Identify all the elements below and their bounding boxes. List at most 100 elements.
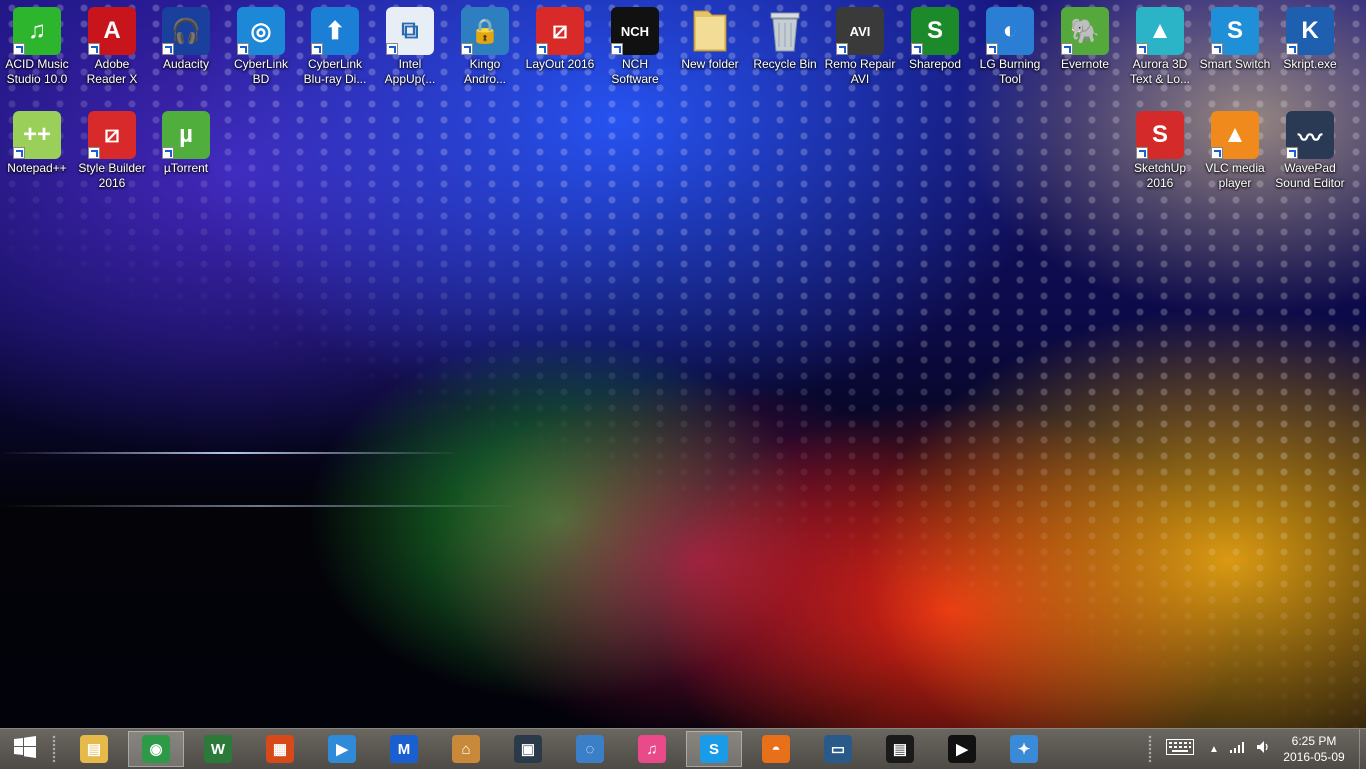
desktop-icon-label: NCH Software xyxy=(611,57,659,86)
shortcut-arrow-icon xyxy=(1136,147,1148,159)
wps-writer-icon: W xyxy=(204,735,232,763)
shortcut-arrow-icon xyxy=(611,43,623,55)
taskbar-button-skype[interactable]: S xyxy=(686,731,742,767)
vlc-icon: ▲ xyxy=(1211,111,1259,159)
smart-switch-icon: S xyxy=(1211,7,1259,55)
intel-appup-icon: ⧉ xyxy=(386,7,434,55)
desktop-icon-wavepad[interactable]: 〰 WavePad Sound Editor xyxy=(1274,104,1346,198)
shortcut-arrow-icon xyxy=(1061,43,1073,55)
taskbar: ▤ ◉ W ▦ ▶ M ⌂ ▣ ◌ ♫ S ◓ ▭ ▤ ▶ ✦ ▲ 6:25 PM 2016-05-09 xyxy=(0,728,1366,769)
desktop-icon-label: Kingo Andro... xyxy=(463,57,507,86)
shortcut-arrow-icon xyxy=(13,43,25,55)
desktop-icon-label: Aurora 3D Text & Lo... xyxy=(1129,57,1191,86)
desktop-icon-skript-exe[interactable]: K Skript.exe xyxy=(1274,0,1346,94)
folder-icon xyxy=(686,7,734,55)
kingo-android-root-icon: 🔒 xyxy=(461,7,509,55)
show-desktop-button[interactable] xyxy=(1359,729,1366,769)
desktop-icon-smart-switch[interactable]: S Smart Switch xyxy=(1199,0,1271,94)
taskbar-button-sync-app[interactable]: ◌ xyxy=(562,731,618,767)
shortcut-arrow-icon xyxy=(1211,43,1223,55)
desktop-icon-label: µTorrent xyxy=(163,161,209,175)
taskbar-button-file-explorer[interactable]: ▤ xyxy=(66,731,122,767)
shortcut-arrow-icon xyxy=(237,43,249,55)
desktop-icon-sharepod[interactable]: S Sharepod xyxy=(899,0,971,94)
taskbar-button-play-app[interactable]: ▶ xyxy=(934,731,990,767)
desktop-icon-remo-repair-avi[interactable]: AVI Remo Repair AVI xyxy=(824,0,896,94)
desktop-icon-utorrent[interactable]: µ µTorrent xyxy=(150,104,222,198)
itunes-icon: ♫ xyxy=(638,735,666,763)
desktop-icon-aurora-3d[interactable]: ▲ Aurora 3D Text & Lo... xyxy=(1124,0,1196,94)
desktop-icon-style-builder[interactable]: ⧄ Style Builder 2016 xyxy=(76,104,148,198)
touch-keyboard-button[interactable] xyxy=(1160,731,1200,767)
desktop-icon-vlc[interactable]: ▲ VLC media player xyxy=(1199,104,1271,198)
desktop-icon-lg-burning-tool[interactable]: ◐ LG Burning Tool xyxy=(974,0,1046,94)
start-button[interactable] xyxy=(0,731,50,767)
wavepad-icon: 〰 xyxy=(1286,111,1334,159)
shortcut-arrow-icon xyxy=(88,43,100,55)
desktop-icon-cyberlink-bd-advisor[interactable]: ◎CyberLink BD & 3D Advisor xyxy=(225,0,297,94)
taskbar-button-itunes[interactable]: ♫ xyxy=(624,731,680,767)
evernote-icon: 🐘 xyxy=(1061,7,1109,55)
shortcut-arrow-icon xyxy=(1211,147,1223,159)
desktop-icon-label: Notepad++ xyxy=(7,161,67,175)
chevron-up-icon: ▲ xyxy=(1209,743,1219,755)
desktop-icon-label: Remo Repair AVI xyxy=(824,57,896,86)
cyberlink-bd-advisor-icon: ◎ xyxy=(237,7,285,55)
network-button[interactable] xyxy=(1226,731,1250,767)
shortcut-arrow-icon xyxy=(536,43,548,55)
media-player-icon: ▶ xyxy=(328,735,356,763)
video-editor-icon: ▣ xyxy=(514,735,542,763)
shortcut-arrow-icon xyxy=(386,43,398,55)
shortcut-arrow-icon xyxy=(986,43,998,55)
taskbar-button-wps-writer[interactable]: W xyxy=(190,731,246,767)
desktop-icon-label: Smart Switch xyxy=(1199,57,1271,71)
desktop-icon-nch-software[interactable]: NCH NCH Software xyxy=(599,0,671,94)
volume-button[interactable] xyxy=(1252,731,1276,767)
taskbar-grip[interactable] xyxy=(52,735,56,763)
remo-repair-avi-icon: AVI xyxy=(836,7,884,55)
taskbar-button-media-center[interactable]: ▤ xyxy=(872,731,928,767)
malwarebytes-icon: M xyxy=(390,735,418,763)
desktop-icon-layout-2016[interactable]: ⧄ LayOut 2016 xyxy=(524,0,596,94)
desktop-icon-adobe-reader[interactable]: A Adobe Reader X xyxy=(76,0,148,94)
taskbar-button-firefox[interactable]: ◓ xyxy=(748,731,804,767)
desktop-icon-label: Intel AppUp(... xyxy=(384,57,436,86)
remote-desktop-icon: ▭ xyxy=(824,735,852,763)
desktop-icon-sketchup[interactable]: S SketchUp 2016 xyxy=(1124,104,1196,198)
acid-music-icon: ♫ xyxy=(13,7,61,55)
desktop-icon-label: VLC media player xyxy=(1205,161,1265,190)
desktop-icon-label: Style Builder 2016 xyxy=(78,161,146,190)
desktop-icon-audacity[interactable]: 🎧 Audacity xyxy=(150,0,222,94)
desktop-icon-cyberlink-bluray[interactable]: ⬆ CyberLink Blu-ray Di... xyxy=(299,0,371,94)
desktop-icon-evernote[interactable]: 🐘 Evernote xyxy=(1049,0,1121,94)
shortcut-arrow-icon xyxy=(311,43,323,55)
desktop-icon-label: CyberLink Blu-ray Di... xyxy=(303,57,367,86)
file-explorer-icon: ▤ xyxy=(80,735,108,763)
taskbar-button-chrome[interactable]: ◉ xyxy=(128,731,184,767)
shortcut-arrow-icon xyxy=(88,147,100,159)
taskbar-button-safari[interactable]: ✦ xyxy=(996,731,1052,767)
show-hidden-icons-button[interactable]: ▲ xyxy=(1205,731,1223,767)
desktop-icon-label: CyberLink BD & 3D Advisor xyxy=(233,57,289,86)
shortcut-arrow-icon xyxy=(461,43,473,55)
desktop-icon-kingo-android-root[interactable]: 🔒 Kingo Andro... xyxy=(449,0,521,94)
tray-clock[interactable]: 6:25 PM 2016-05-09 xyxy=(1276,733,1352,765)
taskbar-button-bank-app[interactable]: ⌂ xyxy=(438,731,494,767)
taskbar-button-video-editor[interactable]: ▣ xyxy=(500,731,556,767)
aurora-3d-icon: ▲ xyxy=(1136,7,1184,55)
taskbar-button-office-install[interactable]: ▦ xyxy=(252,731,308,767)
desktop-icon-label: Audacity xyxy=(162,57,210,71)
shortcut-arrow-icon xyxy=(13,147,25,159)
taskbar-button-malwarebytes[interactable]: M xyxy=(376,731,432,767)
desktop-icon-notepad-plus-plus[interactable]: ++ Notepad++ xyxy=(1,104,73,198)
desktop-icon-acid-music[interactable]: ♫ ACID Music Studio 10.0 xyxy=(1,0,73,94)
desktop-icon-recycle-bin[interactable]: Recycle Bin xyxy=(749,0,821,94)
tray-grip[interactable] xyxy=(1148,735,1152,763)
taskbar-button-remote-desktop[interactable]: ▭ xyxy=(810,731,866,767)
bank-app-icon: ⌂ xyxy=(452,735,480,763)
desktop-icon-intel-appup[interactable]: ⧉ Intel AppUp(... xyxy=(374,0,446,94)
desktop-icon-folder[interactable]: New folder xyxy=(674,0,746,94)
desktop-icon-label: LG Burning Tool xyxy=(979,57,1041,86)
taskbar-button-media-player[interactable]: ▶ xyxy=(314,731,370,767)
cyberlink-bluray-icon: ⬆ xyxy=(311,7,359,55)
